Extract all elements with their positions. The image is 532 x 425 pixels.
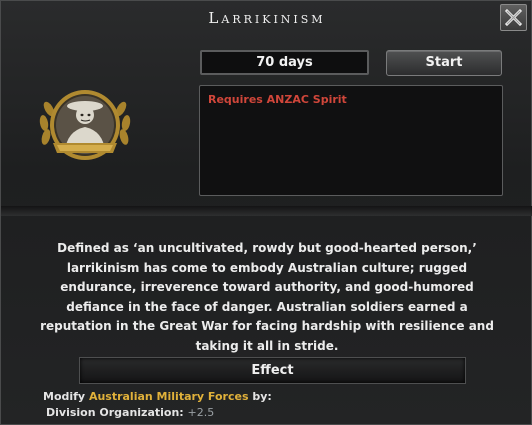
close-x-icon <box>504 8 523 27</box>
effect-header: Effect <box>79 357 466 384</box>
close-button[interactable] <box>500 4 527 31</box>
modify-prefix: Modify <box>43 390 89 403</box>
description-text: Defined as ‘an uncultivated, rowdy but g… <box>40 241 494 353</box>
modify-suffix: by: <box>248 390 272 403</box>
stat-value: +2.5 <box>187 406 215 419</box>
duration-display: 70 days <box>200 50 369 75</box>
stat-label: Division Organization: <box>46 406 188 419</box>
decision-panel: Larrikinism 70 days Start Requires ANZAC… <box>0 0 532 425</box>
stat-line: Division Organization: +2.5 <box>46 406 214 419</box>
soldier-portrait-icon <box>39 90 131 160</box>
requirement-text: Requires ANZAC Spirit <box>208 93 347 106</box>
modify-line: Modify Australian Military Forces by: <box>43 390 272 403</box>
requirements-box: Requires ANZAC Spirit <box>199 85 503 196</box>
panel-title: Larrikinism <box>208 9 326 27</box>
section-divider <box>1 206 532 216</box>
modify-target: Australian Military Forces <box>88 390 249 403</box>
start-button[interactable]: Start <box>386 50 502 76</box>
